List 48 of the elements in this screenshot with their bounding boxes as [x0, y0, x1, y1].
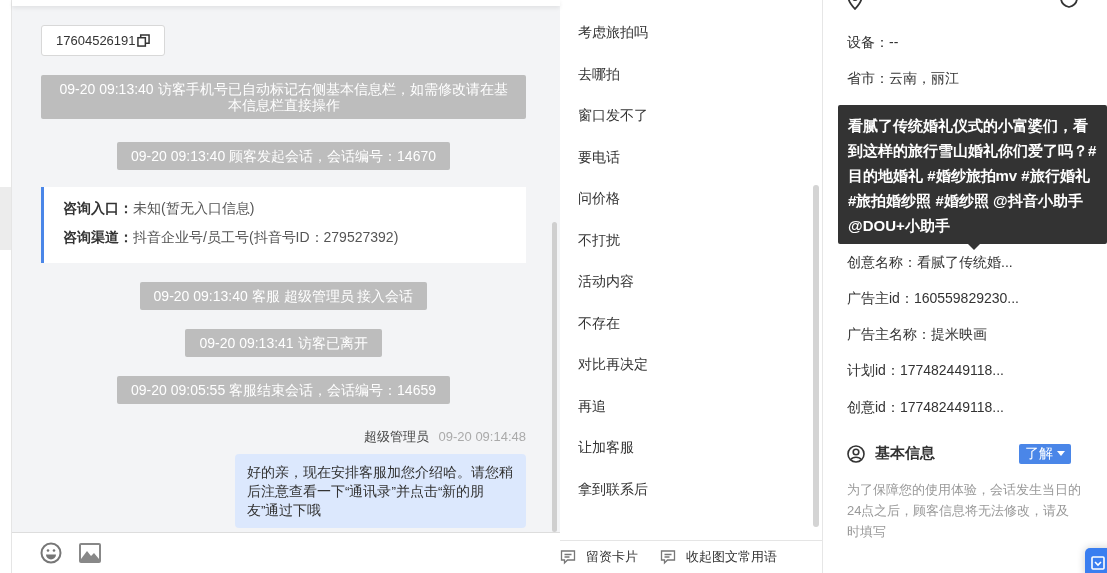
info-field: 省市：云南，丽江 [847, 68, 1107, 89]
system-message: 09-20 09:13:40 客服 超级管理员 接入会话 [139, 282, 428, 310]
quick-reply-item[interactable]: 活动内容 [578, 271, 822, 291]
copy-icon[interactable] [136, 34, 150, 47]
info-field: 创意id：177482449118... [847, 396, 1107, 417]
learn-dropdown-button[interactable]: 了解 [1019, 443, 1071, 464]
quick-reply-item[interactable]: 问价格 [578, 188, 822, 208]
info-field: 创意名称：看腻了传统婚... [847, 251, 1107, 272]
system-message: 09-20 09:13:40 顾客发起会话，会话编号：14670 [117, 142, 450, 170]
toolbar-button[interactable]: 收起图文常用语 [660, 548, 777, 566]
sender-name: 超级管理员 [363, 428, 429, 446]
image-icon[interactable] [79, 543, 101, 563]
info-field: 广告主名称：提米映画 [847, 324, 1107, 345]
quick-reply-item[interactable]: 再追 [578, 395, 822, 416]
system-message: 09-20 09:13:40 访客手机号已自动标记右侧基本信息栏，如需修改请在基本信息栏直接操作 [41, 75, 526, 119]
phone-number: 17604526191 [56, 33, 136, 48]
quick-reply-item[interactable]: 不打扰 [578, 229, 822, 250]
info-field: 广告主id：160559829230... [847, 287, 1107, 308]
emoji-icon[interactable] [40, 542, 62, 564]
field-label: 咨询入口： [63, 200, 133, 216]
system-message: 09-20 09:13:41 访客已离开 [185, 329, 382, 357]
notice-text: 为了保障您的使用体验，会话发生当日的24点之后，顾客信息将无法修改，请及时填写 [847, 480, 1082, 541]
quick-reply-item[interactable]: 对比再决定 [578, 354, 822, 374]
message-time: 09-20 09:14:48 [438, 428, 526, 446]
field-value: 未知(暂无入口信息) [133, 200, 255, 216]
message-bubble: 好的亲，现在安排客服加您介绍哈。请您稍后注意查看一下“通讯录”并点击“新的朋友”通过下哦 [235, 454, 526, 528]
download-icon [1091, 556, 1105, 570]
message-icon [560, 549, 576, 565]
toolbar-button[interactable]: 留资卡片 [560, 548, 638, 566]
section-title: 基本信息 [875, 444, 935, 464]
quick-reply-item[interactable]: 让加客服 [578, 437, 822, 457]
field-value: 抖音企业号/员工号(抖音号ID：279527392) [133, 229, 399, 245]
scrollbar[interactable] [552, 222, 557, 532]
caret-icon [1057, 450, 1065, 457]
quick-reply-item[interactable]: 拿到联系后 [578, 478, 822, 499]
message-icon [660, 549, 676, 565]
quick-reply-item[interactable]: 去哪拍 [578, 63, 822, 84]
quick-reply-item[interactable]: 考虑旅拍吗 [578, 22, 822, 42]
quick-reply-item[interactable]: 窗口发不了 [578, 105, 822, 125]
field-label: 咨询渠道： [63, 229, 133, 245]
tooltip-arrow [968, 243, 980, 250]
info-field: 设备：-- [847, 32, 1107, 52]
scrollbar[interactable] [813, 185, 819, 527]
user-icon [847, 444, 865, 463]
quick-reply-item[interactable]: 要电话 [578, 146, 822, 167]
system-message: 09-20 09:05:55 客服结束会话，会话编号：14659 [117, 376, 450, 404]
quick-reply-item[interactable]: 不存在 [578, 312, 822, 333]
info-field: 计划id：177482449118... [847, 360, 1107, 381]
